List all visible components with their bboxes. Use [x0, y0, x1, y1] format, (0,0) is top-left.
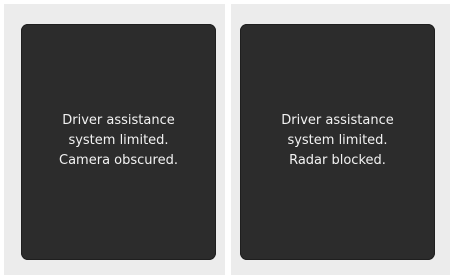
camera-warning-panel: Driver assistance system limited. Camera…: [4, 4, 225, 275]
warning-line: Radar blocked.: [289, 152, 386, 168]
warning-line: Driver assistance: [281, 112, 394, 128]
warning-line: system limited.: [287, 132, 388, 148]
warning-line: system limited.: [68, 132, 169, 148]
warning-line: Camera obscured.: [59, 152, 178, 168]
radar-warning-message: Driver assistance system limited. Radar …: [281, 111, 393, 171]
radar-warning-display: Driver assistance system limited. Radar …: [240, 24, 435, 260]
warning-line: Driver assistance: [62, 112, 175, 128]
radar-warning-panel: Driver assistance system limited. Radar …: [231, 4, 450, 275]
camera-warning-message: Driver assistance system limited. Camera…: [59, 111, 178, 171]
camera-warning-display: Driver assistance system limited. Camera…: [21, 24, 216, 260]
